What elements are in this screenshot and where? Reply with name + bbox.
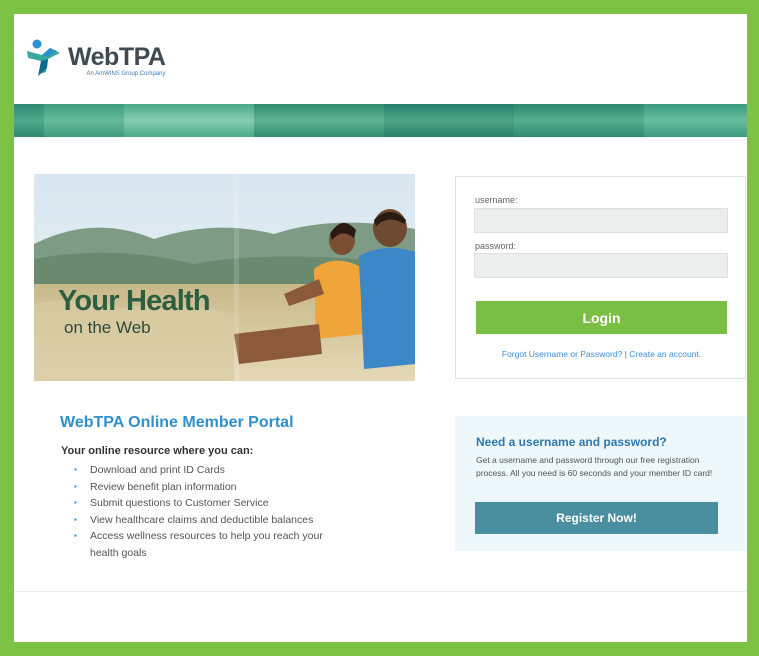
portal-title: WebTPA Online Member Portal bbox=[60, 414, 294, 431]
decorative-banner bbox=[14, 104, 747, 137]
list-item: Submit questions to Customer Service bbox=[74, 495, 344, 512]
brand-name: WebTPA bbox=[68, 43, 166, 71]
figure-logo-icon bbox=[24, 38, 64, 78]
password-input[interactable] bbox=[474, 253, 728, 278]
hero-title: Your Health bbox=[58, 285, 211, 317]
account-links: Forgot Username or Password? | Create an… bbox=[456, 349, 747, 359]
register-title: Need a username and password? bbox=[476, 435, 667, 449]
create-account-link[interactable]: Create an account. bbox=[629, 349, 701, 359]
portal-feature-list: Download and print ID Cards Review benef… bbox=[74, 462, 344, 561]
webtpa-logo[interactable]: WebTPA An AmWINS Group Company bbox=[24, 38, 166, 78]
list-item: Review benefit plan information bbox=[74, 479, 344, 496]
list-item: Access wellness resources to help you re… bbox=[74, 528, 344, 561]
password-label: password: bbox=[475, 241, 517, 251]
hero-image: Your Health on the Web bbox=[34, 174, 415, 381]
username-input[interactable] bbox=[474, 208, 728, 233]
forgot-credentials-link[interactable]: Forgot Username or Password? bbox=[502, 349, 622, 359]
register-panel: Need a username and password? Get a user… bbox=[455, 416, 745, 551]
link-separator: | bbox=[624, 349, 627, 359]
footer-divider bbox=[14, 591, 747, 592]
username-label: username: bbox=[475, 195, 518, 205]
list-item: Download and print ID Cards bbox=[74, 462, 344, 479]
login-button[interactable]: Login bbox=[476, 301, 727, 334]
page-frame: WebTPA An AmWINS Group Company Your Heal… bbox=[14, 14, 747, 642]
hero-subtitle: on the Web bbox=[64, 318, 151, 337]
site-header: WebTPA An AmWINS Group Company bbox=[14, 14, 747, 102]
register-description: Get a username and password through our … bbox=[476, 455, 713, 478]
list-item: View healthcare claims and deductible ba… bbox=[74, 512, 344, 529]
register-now-button[interactable]: Register Now! bbox=[475, 502, 718, 534]
brand-tagline: An AmWINS Group Company bbox=[86, 71, 166, 77]
login-form: username: password: Login Forgot Usernam… bbox=[455, 176, 746, 379]
portal-intro: Your online resource where you can: bbox=[61, 445, 254, 457]
